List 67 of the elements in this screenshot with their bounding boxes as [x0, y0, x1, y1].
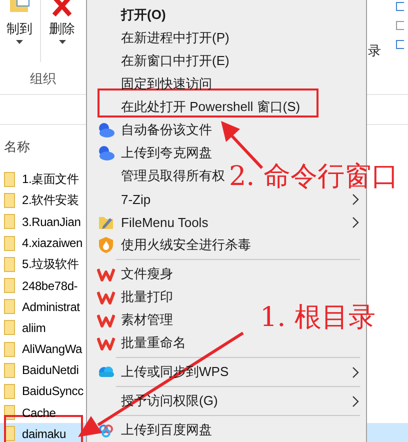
checkbox-icon[interactable]	[396, 21, 404, 30]
folder-icon	[4, 236, 15, 251]
file-name: AliWangWa	[22, 342, 82, 356]
menu-item[interactable]: 在此处打开 Powershell 窗口(S)	[121, 98, 300, 116]
menu-item[interactable]: 文件瘦身	[121, 265, 173, 283]
file-row[interactable]: AliWangWa	[0, 338, 86, 360]
close-icon	[52, 0, 72, 18]
delete-button[interactable]: 删除	[41, 0, 83, 62]
menu-item[interactable]: 在新窗口中打开(E)	[121, 52, 230, 70]
menu-item[interactable]: 管理员取得所有权	[121, 167, 225, 185]
file-name: BaiduSyncc	[22, 384, 84, 398]
file-row[interactable]: BaiduNetdi	[0, 360, 86, 381]
menu-item[interactable]: 素材管理	[121, 311, 173, 329]
cloud-icon	[97, 121, 115, 139]
folder-icon	[4, 172, 15, 188]
file-name: 4.xiazaiwen	[22, 236, 83, 250]
menu-item[interactable]: 上传到夸克网盘	[121, 144, 212, 162]
annotation-label: 2. 命令行窗口	[229, 163, 398, 190]
caret-icon	[58, 40, 66, 44]
file-row[interactable]: daimaku	[0, 423, 86, 442]
menu-item[interactable]: 批量重命名	[121, 334, 186, 352]
shield-icon	[97, 236, 115, 254]
file-name: BaiduNetdi	[22, 363, 79, 378]
file-name: 248be78d-	[22, 278, 78, 293]
folder-icon	[4, 256, 15, 272]
menu-item[interactable]: 7-Zip	[121, 192, 151, 206]
checkbox-icon[interactable]	[396, 2, 404, 11]
file-name: daimaku	[22, 426, 66, 441]
folder-icon	[4, 193, 15, 208]
file-row[interactable]: 248be78d-	[0, 274, 86, 296]
menu-item[interactable]: 使用火绒安全进行杀毒	[121, 236, 251, 254]
file-name: 2.软件安装	[22, 192, 79, 210]
file-row[interactable]: 3.RuanJian	[0, 211, 86, 233]
file-row[interactable]: 2.软件安装	[0, 190, 86, 212]
file-name: 3.RuanJian	[22, 214, 81, 229]
menu-item[interactable]: 固定到快速访问	[121, 75, 212, 93]
folder-icon	[4, 342, 15, 357]
menu-item[interactable]: 自动备份该文件	[121, 121, 212, 139]
file-row[interactable]: aliim	[0, 317, 86, 338]
checkbox-icon[interactable]	[396, 40, 404, 49]
ribbon-label: 录	[368, 42, 382, 60]
folder-icon	[4, 362, 15, 378]
annotation-label: 1. 根目录	[260, 304, 376, 331]
folder-icon	[4, 320, 15, 336]
file-row[interactable]: 1.桌面文件	[0, 169, 86, 190]
menu-item[interactable]: 在新进程中打开(P)	[121, 29, 230, 47]
menu-item[interactable]: 批量打印	[121, 288, 173, 306]
column-header[interactable]: 名称	[4, 138, 30, 156]
menu-item[interactable]: 打开(O)	[121, 6, 166, 24]
file-name: Administrat	[22, 300, 80, 314]
file-row[interactable]: 5.垃圾软件	[0, 254, 86, 275]
file-row[interactable]: 4.xiazaiwen	[0, 232, 86, 254]
file-row[interactable]: BaiduSyncc	[0, 380, 86, 402]
folder-icon	[4, 214, 15, 230]
file-name: 5.垃圾软件	[22, 256, 79, 273]
file-row[interactable]: Administrat	[0, 296, 86, 318]
cloud-icon	[97, 144, 115, 162]
file-name: aliim	[22, 320, 46, 335]
folder-icon	[4, 384, 15, 399]
menu-item[interactable]: 上传到百度网盘	[121, 421, 212, 439]
folder-icon	[4, 278, 15, 294]
folder-icon	[4, 299, 15, 314]
menu-item[interactable]: FileMenu Tools	[121, 214, 208, 230]
caret-icon	[16, 40, 23, 44]
group-label: 组织	[30, 70, 56, 88]
file-name: 1.桌面文件	[22, 171, 79, 188]
copy-to-button[interactable]: 制到	[0, 0, 41, 62]
